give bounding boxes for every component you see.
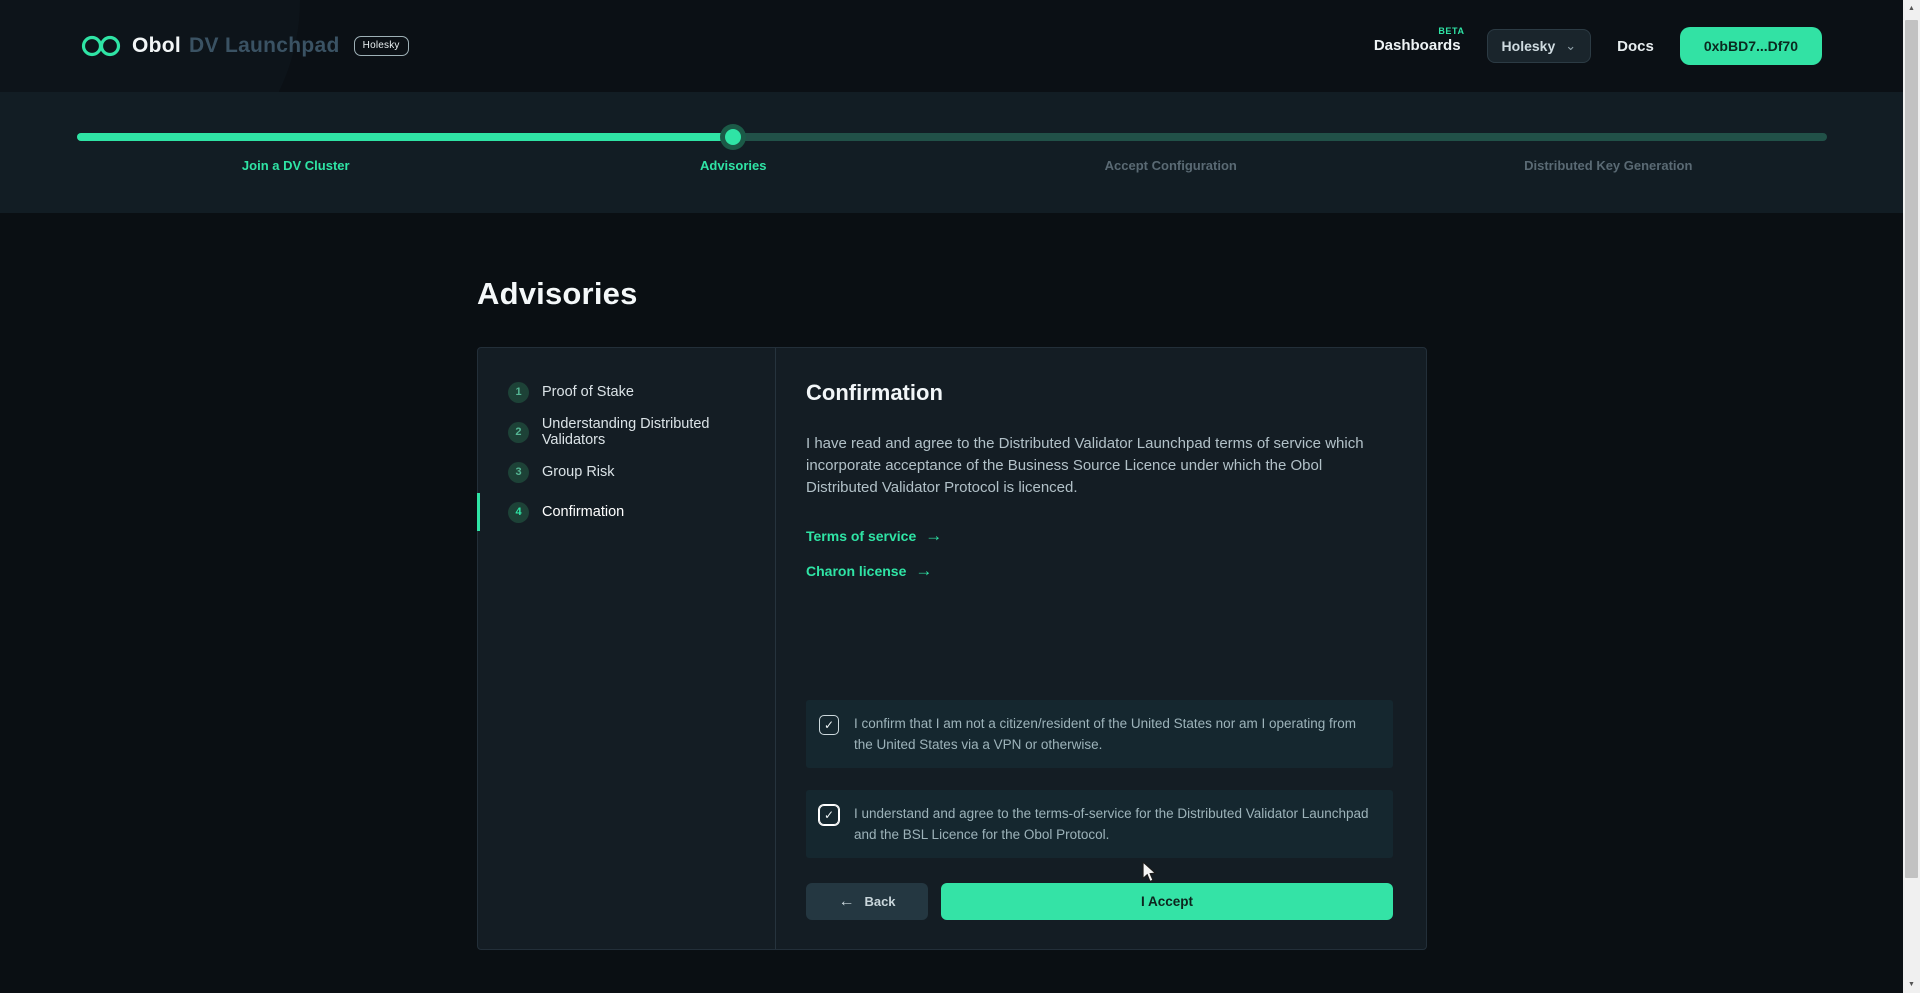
beta-tag: BETA: [1438, 26, 1464, 36]
brand-name: Obol: [132, 34, 181, 58]
network-select-value: Holesky: [1502, 38, 1556, 54]
page-title: Advisories: [477, 276, 638, 312]
advisory-step-list: 1 Proof of Stake 2 Understanding Distrib…: [478, 348, 776, 949]
top-nav: BETA Dashboards Holesky ⌄ Docs 0xbBD7...…: [1374, 27, 1822, 65]
step-join-dv-cluster[interactable]: Join a DV Cluster: [77, 158, 515, 173]
panel-title: Confirmation: [806, 380, 1393, 406]
advisory-item-label: Confirmation: [542, 504, 624, 520]
terms-agreement-label: I understand and agree to the terms-of-s…: [854, 803, 1375, 845]
stepper-track-wrap: Join a DV Cluster Advisories Accept Conf…: [77, 92, 1827, 213]
advisory-item-proof-of-stake[interactable]: 1 Proof of Stake: [478, 372, 775, 412]
back-button[interactable]: ← Back: [806, 883, 928, 920]
scrollbar-down-arrow[interactable]: ▼: [1903, 976, 1920, 993]
charon-license-link-label: Charon license: [806, 563, 906, 579]
network-badge: Holesky: [354, 36, 409, 56]
network-select-button[interactable]: Holesky ⌄: [1487, 29, 1592, 63]
citizen-confirmation-row[interactable]: ✓ I confirm that I am not a citizen/resi…: [806, 700, 1393, 768]
terms-agreement-row[interactable]: ✓ I understand and agree to the terms-of…: [806, 790, 1393, 858]
step-distributed-key-generation: Distributed Key Generation: [1390, 158, 1828, 173]
step-accept-configuration: Accept Configuration: [952, 158, 1390, 173]
charon-license-link[interactable]: Charon license →: [806, 561, 1393, 581]
dashboards-nav-item[interactable]: BETA Dashboards: [1374, 37, 1461, 55]
citizen-confirmation-label: I confirm that I am not a citizen/reside…: [854, 713, 1375, 755]
app-header: Obol DV Launchpad Holesky BETA Dashboard…: [0, 0, 1920, 92]
progress-track: [77, 133, 1827, 141]
obol-infinity-logo-icon: [80, 34, 122, 58]
advisory-item-label: Understanding Distributed Validators: [542, 416, 775, 448]
terms-of-service-link-label: Terms of service: [806, 528, 916, 544]
dashboards-link[interactable]: Dashboards: [1374, 37, 1461, 54]
arrow-right-icon: →: [915, 561, 932, 581]
step-number-badge: 4: [508, 502, 529, 523]
product-name: DV Launchpad: [189, 34, 340, 58]
panel-buttons: ← Back I Accept: [806, 883, 1393, 920]
logo-group[interactable]: Obol DV Launchpad Holesky: [80, 34, 409, 58]
obol-dv-launchpad-app: Obol DV Launchpad Holesky BETA Dashboard…: [0, 0, 1920, 993]
advisories-card: 1 Proof of Stake 2 Understanding Distrib…: [477, 347, 1427, 950]
advisory-item-confirmation[interactable]: 4 Confirmation: [478, 492, 775, 532]
confirmation-panel: Confirmation I have read and agree to th…: [776, 348, 1426, 949]
scrollbar[interactable]: ▲ ▼: [1903, 0, 1920, 993]
terms-of-service-link[interactable]: Terms of service →: [806, 526, 1393, 546]
panel-links: Terms of service → Charon license →: [806, 526, 1393, 581]
advisory-item-label: Group Risk: [542, 464, 615, 480]
step-number-badge: 2: [508, 422, 529, 443]
progress-fill: [77, 133, 733, 141]
terms-agreement-checkbox[interactable]: ✓: [819, 805, 839, 825]
docs-link[interactable]: Docs: [1617, 38, 1654, 55]
advisory-item-label: Proof of Stake: [542, 384, 634, 400]
accept-button[interactable]: I Accept: [941, 883, 1393, 920]
advisory-item-understanding-distributed-validators[interactable]: 2 Understanding Distributed Validators: [478, 412, 775, 452]
step-number-badge: 1: [508, 382, 529, 403]
progress-stepper: Join a DV Cluster Advisories Accept Conf…: [0, 92, 1920, 213]
scrollbar-thumb[interactable]: [1905, 20, 1918, 878]
scrollbar-up-arrow[interactable]: ▲: [1903, 0, 1920, 17]
progress-current-dot: [725, 129, 741, 145]
wallet-address-button[interactable]: 0xbBD7...Df70: [1680, 27, 1822, 65]
arrow-left-icon: ←: [838, 893, 854, 911]
step-advisories[interactable]: Advisories: [515, 158, 953, 173]
arrow-right-icon: →: [925, 526, 942, 546]
step-labels: Join a DV Cluster Advisories Accept Conf…: [77, 158, 1827, 173]
citizen-confirmation-checkbox[interactable]: ✓: [819, 715, 839, 735]
chevron-down-icon: ⌄: [1565, 38, 1576, 54]
advisory-item-group-risk[interactable]: 3 Group Risk: [478, 452, 775, 492]
confirmation-checkboxes: ✓ I confirm that I am not a citizen/resi…: [806, 700, 1393, 880]
back-button-label: Back: [864, 894, 895, 909]
terms-paragraph: I have read and agree to the Distributed…: [806, 433, 1376, 499]
step-number-badge: 3: [508, 462, 529, 483]
